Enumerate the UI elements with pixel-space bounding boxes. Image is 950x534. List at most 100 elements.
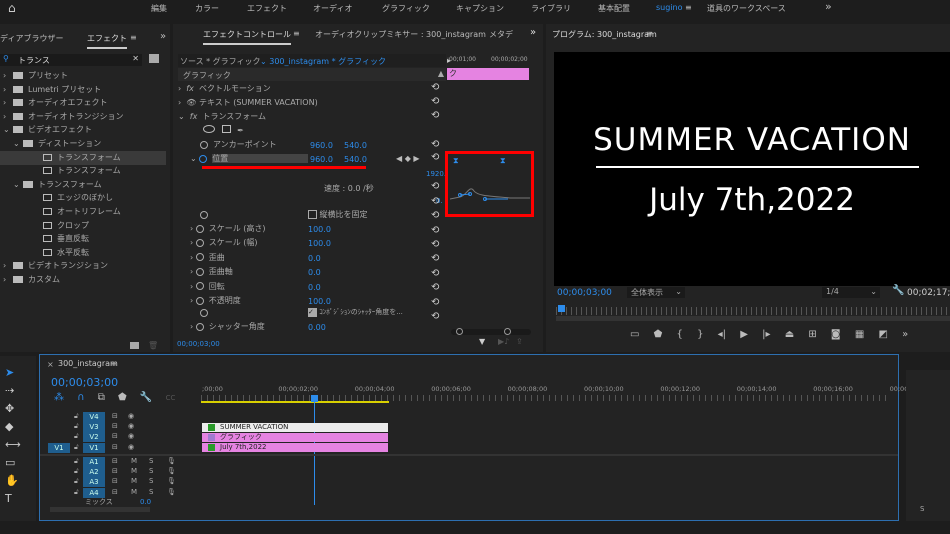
settings-wrench-icon[interactable]: 🔧 — [140, 392, 152, 403]
program-scrollbar[interactable] — [556, 316, 950, 321]
play-icon[interactable]: ▶ — [740, 329, 748, 340]
track-select-tool-icon[interactable]: ⇢ — [5, 384, 14, 397]
track-A2[interactable]: A2 — [83, 467, 105, 478]
timeline-timecode[interactable]: 00;00;03;00 — [51, 376, 118, 389]
tree-item[interactable]: トランスフォーム — [0, 164, 166, 178]
collapse-icon[interactable]: ⌄ — [3, 123, 13, 137]
tree-item[interactable]: › カスタム — [0, 273, 166, 287]
more-panels-icon[interactable]: » — [160, 31, 166, 42]
trash-icon[interactable]: 🗑 — [148, 341, 158, 350]
menu-captions[interactable]: キャプション — [456, 3, 504, 14]
add-marker-icon[interactable]: ⬟ — [118, 392, 127, 403]
ec-zoom-scrollbar[interactable] — [451, 328, 531, 335]
stopwatch-icon[interactable] — [199, 154, 208, 163]
mute-button[interactable]: M — [131, 488, 137, 496]
eye-icon[interactable]: ◉ — [128, 422, 134, 430]
source-patch-v1[interactable]: V1 — [48, 442, 70, 453]
export-icon[interactable]: ⇪ — [516, 337, 523, 346]
tree-item[interactable]: トランスフォーム — [0, 150, 166, 165]
mark-in-icon[interactable]: { — [677, 329, 683, 340]
linked-selection-icon[interactable]: ⧉ — [98, 392, 105, 403]
expand-icon[interactable]: › — [3, 259, 13, 273]
lift-icon[interactable]: ⏏ — [785, 329, 794, 340]
sync-icon[interactable]: ⊟ — [112, 422, 118, 430]
track-A1[interactable]: A1 — [83, 457, 105, 467]
lock-icon[interactable]: 🔓︎ — [74, 412, 79, 421]
slip-tool-icon[interactable]: ⟷ — [5, 438, 21, 451]
pen-mask-icon[interactable]: ✒ — [237, 126, 244, 135]
eye-icon[interactable]: 👁 — [186, 98, 196, 107]
razor-tool-icon[interactable]: ◆ — [5, 420, 13, 433]
reset-icon[interactable]: ⟲ — [431, 82, 439, 93]
stopwatch-icon[interactable] — [195, 224, 204, 233]
tree-item[interactable]: 水平反転 — [0, 246, 166, 260]
stopwatch-icon[interactable] — [195, 282, 204, 291]
clear-search-icon[interactable]: ✕ — [132, 54, 139, 63]
lock-icon[interactable]: 🔓︎ — [74, 443, 79, 452]
clip-date[interactable]: July 7th,2022 — [202, 443, 388, 452]
menu-icon[interactable]: ≡ — [685, 3, 692, 12]
expand-icon[interactable]: › — [3, 83, 13, 97]
compare-icon[interactable]: ◩ — [878, 329, 887, 340]
stopwatch-icon[interactable] — [195, 267, 204, 276]
reset-icon[interactable]: ⟲ — [431, 210, 439, 221]
step-forward-icon[interactable]: |▸ — [762, 329, 770, 340]
shutter-checkbox[interactable]: ✓ ｺﾝﾎﾟｼﾞｼｮﾝのｼｬｯﾀｰ角度を... — [308, 307, 403, 317]
collapse-icon[interactable]: ⌄ — [13, 137, 23, 151]
menu-color[interactable]: カラー — [195, 3, 219, 14]
marker-icon[interactable]: ⬟ — [654, 329, 663, 340]
safe-margins-icon[interactable]: ▭ — [630, 329, 639, 340]
menu-effects[interactable]: エフェクト — [247, 3, 287, 14]
lock-icon[interactable]: 🔓︎ — [74, 422, 79, 431]
aspect-checkbox[interactable]: 縦横比を固定 — [308, 209, 368, 220]
anchor-x[interactable]: 960.0 — [310, 141, 333, 150]
sync-icon[interactable]: ⊟ — [112, 467, 118, 475]
reset-icon[interactable]: ⟲ — [431, 225, 439, 236]
property-value[interactable]: 0.0 — [308, 268, 321, 277]
reset-icon[interactable]: ⟲ — [431, 311, 439, 322]
track-V4[interactable]: V4 — [83, 412, 105, 422]
reset-icon[interactable]: ⟲ — [431, 96, 439, 107]
tree-item[interactable]: › プリセット — [0, 69, 166, 83]
effect-transform[interactable]: トランスフォーム — [202, 112, 266, 121]
tab-media-browser[interactable]: ディアブラウザー — [0, 33, 63, 44]
tree-item[interactable]: › Lumetri プリセット — [0, 83, 166, 97]
more-panels-icon[interactable]: » — [530, 27, 536, 38]
type-tool-icon[interactable]: T — [5, 492, 12, 505]
fit-dropdown[interactable]: 全体表示 ⌄ — [627, 287, 685, 298]
tab-audio-clip-mixer[interactable]: オーディオクリップミキサー : 300_instagram — [315, 29, 486, 40]
menu-sugino[interactable]: sugino — [656, 3, 683, 12]
property-value[interactable]: 100.0 — [308, 225, 331, 234]
rectangle-tool-icon[interactable]: ▭ — [5, 456, 15, 469]
track-V2[interactable]: V2 — [83, 432, 105, 443]
tree-item[interactable]: 垂直反転 — [0, 232, 166, 246]
menu-workspace[interactable]: 道具のワークスペース — [707, 3, 786, 14]
wrench-icon[interactable]: 🔧 — [892, 285, 904, 296]
expand-icon[interactable]: › — [3, 273, 13, 287]
stopwatch-icon[interactable] — [200, 210, 208, 219]
keyframe-icon[interactable]: ⧗ — [500, 156, 506, 166]
collapse-icon[interactable]: ⌄ — [13, 178, 23, 192]
lock-icon[interactable]: 🔓︎ — [74, 432, 79, 441]
mic-icon[interactable]: 🎙︎ — [167, 488, 176, 496]
sync-icon[interactable]: ⊟ — [112, 432, 118, 440]
expand-icon[interactable]: › — [190, 322, 193, 331]
ec-timecode[interactable]: 00;00;03;00 — [177, 340, 220, 348]
sync-icon[interactable]: ⊟ — [112, 443, 118, 451]
tree-item[interactable]: ⌄ トランスフォーム — [0, 178, 166, 192]
reset-icon[interactable]: ⟲ — [431, 181, 439, 192]
track-A3[interactable]: A3 — [83, 477, 105, 488]
menu-assembly[interactable]: 基本配置 — [598, 3, 630, 14]
extract-icon[interactable]: ⊞ — [808, 329, 816, 340]
expand-icon[interactable]: › — [190, 267, 193, 276]
expand-icon[interactable]: › — [178, 98, 181, 107]
program-playhead[interactable] — [558, 305, 565, 312]
step-back-icon[interactable]: ◂| — [718, 329, 726, 340]
expand-icon[interactable]: › — [190, 224, 193, 233]
track-V1[interactable]: V1 — [83, 442, 105, 453]
lock-icon[interactable]: 🔓︎ — [74, 457, 79, 466]
expand-icon[interactable]: › — [190, 296, 193, 305]
property-value[interactable]: 0.0 — [308, 254, 321, 263]
lock-icon[interactable]: 🔓︎ — [74, 467, 79, 476]
new-folder-icon[interactable] — [130, 342, 139, 349]
